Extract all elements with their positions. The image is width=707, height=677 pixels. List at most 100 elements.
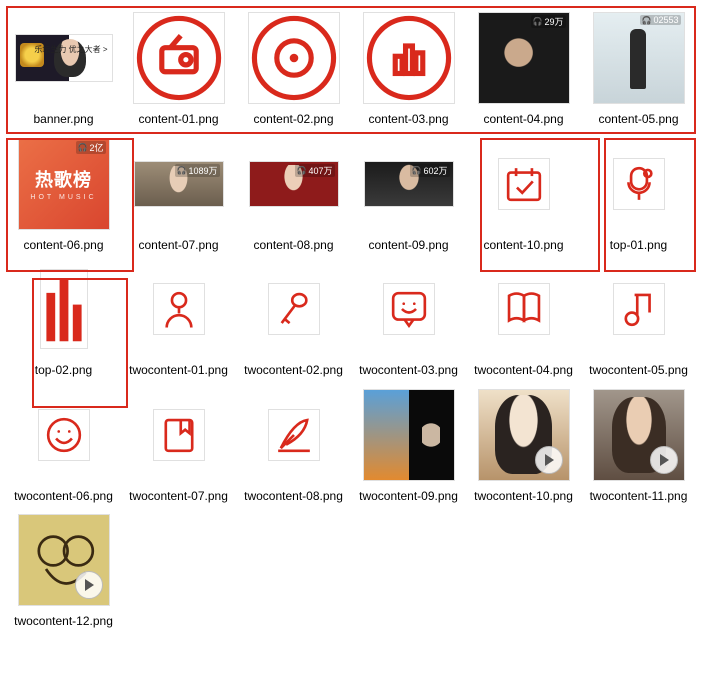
file-twocontent-01[interactable]: twocontent-01.png bbox=[121, 255, 236, 381]
thumbnail bbox=[14, 385, 114, 485]
file-label: top-02.png bbox=[35, 363, 92, 379]
file-grid: 乐坛生力 优之大者 > banner.png content-01.png conte… bbox=[0, 0, 707, 636]
file-label: twocontent-02.png bbox=[244, 363, 343, 379]
file-label: twocontent-09.png bbox=[359, 489, 458, 505]
thumbnail bbox=[129, 259, 229, 359]
file-label: content-07.png bbox=[138, 238, 218, 254]
thumbnail bbox=[129, 8, 229, 108]
disc-icon bbox=[251, 15, 337, 101]
play-icon bbox=[75, 571, 103, 599]
thumbnail: 407万 bbox=[244, 134, 344, 234]
thumbnail bbox=[14, 259, 114, 359]
thumbnail bbox=[129, 385, 229, 485]
play-count-badge: 1089万 bbox=[175, 164, 220, 177]
file-content-09[interactable]: 602万 content-09.png bbox=[351, 130, 466, 256]
file-twocontent-02[interactable]: twocontent-02.png bbox=[236, 255, 351, 381]
file-label: content-05.png bbox=[598, 112, 678, 128]
user-icon bbox=[157, 287, 201, 331]
thumbnail bbox=[14, 510, 114, 610]
thumbnail bbox=[589, 134, 689, 234]
thumbnail bbox=[589, 259, 689, 359]
note-icon bbox=[617, 287, 661, 331]
file-content-02[interactable]: content-02.png bbox=[236, 4, 351, 130]
play-count-badge: 02553 bbox=[640, 15, 681, 25]
micro-icon bbox=[272, 287, 316, 331]
file-banner[interactable]: 乐坛生力 优之大者 > banner.png bbox=[6, 4, 121, 130]
thumbnail bbox=[474, 385, 574, 485]
file-twocontent-04[interactable]: twocontent-04.png bbox=[466, 255, 581, 381]
thumbnail bbox=[359, 385, 459, 485]
file-content-07[interactable]: 1089万 content-07.png bbox=[121, 130, 236, 256]
bars2-icon bbox=[42, 271, 86, 347]
mic2-icon bbox=[617, 162, 661, 206]
file-content-10[interactable]: content-10.png bbox=[466, 130, 581, 256]
thumbnail: 热歌榜 HOT MUSIC 2亿 bbox=[14, 134, 114, 234]
thumbnail bbox=[359, 8, 459, 108]
file-twocontent-10[interactable]: twocontent-10.png bbox=[466, 381, 581, 507]
file-twocontent-05[interactable]: twocontent-05.png bbox=[581, 255, 696, 381]
file-label: twocontent-08.png bbox=[244, 489, 343, 505]
file-label: twocontent-06.png bbox=[14, 489, 113, 505]
banner-text: 乐坛生力 优之大者 > bbox=[34, 45, 107, 55]
file-twocontent-06[interactable]: twocontent-06.png bbox=[6, 381, 121, 507]
file-twocontent-03[interactable]: twocontent-03.png bbox=[351, 255, 466, 381]
play-icon bbox=[535, 446, 563, 474]
play-count-badge: 29万 bbox=[531, 15, 566, 28]
file-top-01[interactable]: top-01.png bbox=[581, 130, 696, 256]
thumbnail bbox=[474, 134, 574, 234]
smile2-icon bbox=[42, 413, 86, 457]
hotmusic-sub: HOT MUSIC bbox=[30, 194, 96, 201]
file-content-01[interactable]: content-01.png bbox=[121, 4, 236, 130]
file-label: content-02.png bbox=[253, 112, 333, 128]
thumbnail bbox=[359, 259, 459, 359]
play-icon bbox=[650, 446, 678, 474]
thumbnail: 1089万 bbox=[129, 134, 229, 234]
thumbnail bbox=[589, 385, 689, 485]
thumbnail bbox=[244, 259, 344, 359]
file-label: content-01.png bbox=[138, 112, 218, 128]
thumbnail bbox=[474, 259, 574, 359]
file-twocontent-11[interactable]: twocontent-11.png bbox=[581, 381, 696, 507]
thumbnail bbox=[244, 385, 344, 485]
file-content-04[interactable]: 29万 content-04.png bbox=[466, 4, 581, 130]
file-label: content-09.png bbox=[368, 238, 448, 254]
file-content-08[interactable]: 407万 content-08.png bbox=[236, 130, 351, 256]
file-label: twocontent-12.png bbox=[14, 614, 113, 630]
file-label: twocontent-11.png bbox=[590, 489, 688, 505]
file-label: content-06.png bbox=[23, 238, 103, 254]
cal-icon bbox=[502, 162, 546, 206]
file-label: content-08.png bbox=[253, 238, 333, 254]
file-label: content-10.png bbox=[483, 238, 563, 254]
file-label: twocontent-10.png bbox=[474, 489, 573, 505]
file-twocontent-08[interactable]: twocontent-08.png bbox=[236, 381, 351, 507]
file-content-05[interactable]: 02553 content-05.png bbox=[581, 4, 696, 130]
file-label: twocontent-03.png bbox=[359, 363, 458, 379]
quill-icon bbox=[272, 413, 316, 457]
file-label: top-01.png bbox=[610, 238, 667, 254]
thumbnail: 02553 bbox=[589, 8, 689, 108]
thumbnail bbox=[244, 8, 344, 108]
file-label: content-04.png bbox=[483, 112, 563, 128]
file-label: twocontent-01.png bbox=[129, 363, 228, 379]
radio-icon bbox=[136, 15, 222, 101]
play-count-badge: 407万 bbox=[295, 164, 335, 177]
file-top-02[interactable]: top-02.png bbox=[6, 255, 121, 381]
play-count-badge: 2亿 bbox=[76, 141, 106, 154]
file-label: content-03.png bbox=[368, 112, 448, 128]
file-twocontent-09[interactable]: twocontent-09.png bbox=[351, 381, 466, 507]
bookmk-icon bbox=[157, 413, 201, 457]
file-label: twocontent-04.png bbox=[474, 363, 573, 379]
file-content-06[interactable]: 热歌榜 HOT MUSIC 2亿 content-06.png bbox=[6, 130, 121, 256]
file-twocontent-07[interactable]: twocontent-07.png bbox=[121, 381, 236, 507]
play-count-badge: 602万 bbox=[410, 164, 450, 177]
bars-icon bbox=[366, 15, 452, 101]
hotmusic-title: 热歌榜 bbox=[30, 166, 96, 192]
thumbnail: 乐坛生力 优之大者 > bbox=[14, 8, 114, 108]
file-label: twocontent-05.png bbox=[589, 363, 688, 379]
file-content-03[interactable]: content-03.png bbox=[351, 4, 466, 130]
file-label: banner.png bbox=[33, 112, 93, 128]
smile1-icon bbox=[387, 287, 431, 331]
file-twocontent-12[interactable]: twocontent-12.png bbox=[6, 506, 121, 632]
thumbnail: 602万 bbox=[359, 134, 459, 234]
book-icon bbox=[502, 287, 546, 331]
